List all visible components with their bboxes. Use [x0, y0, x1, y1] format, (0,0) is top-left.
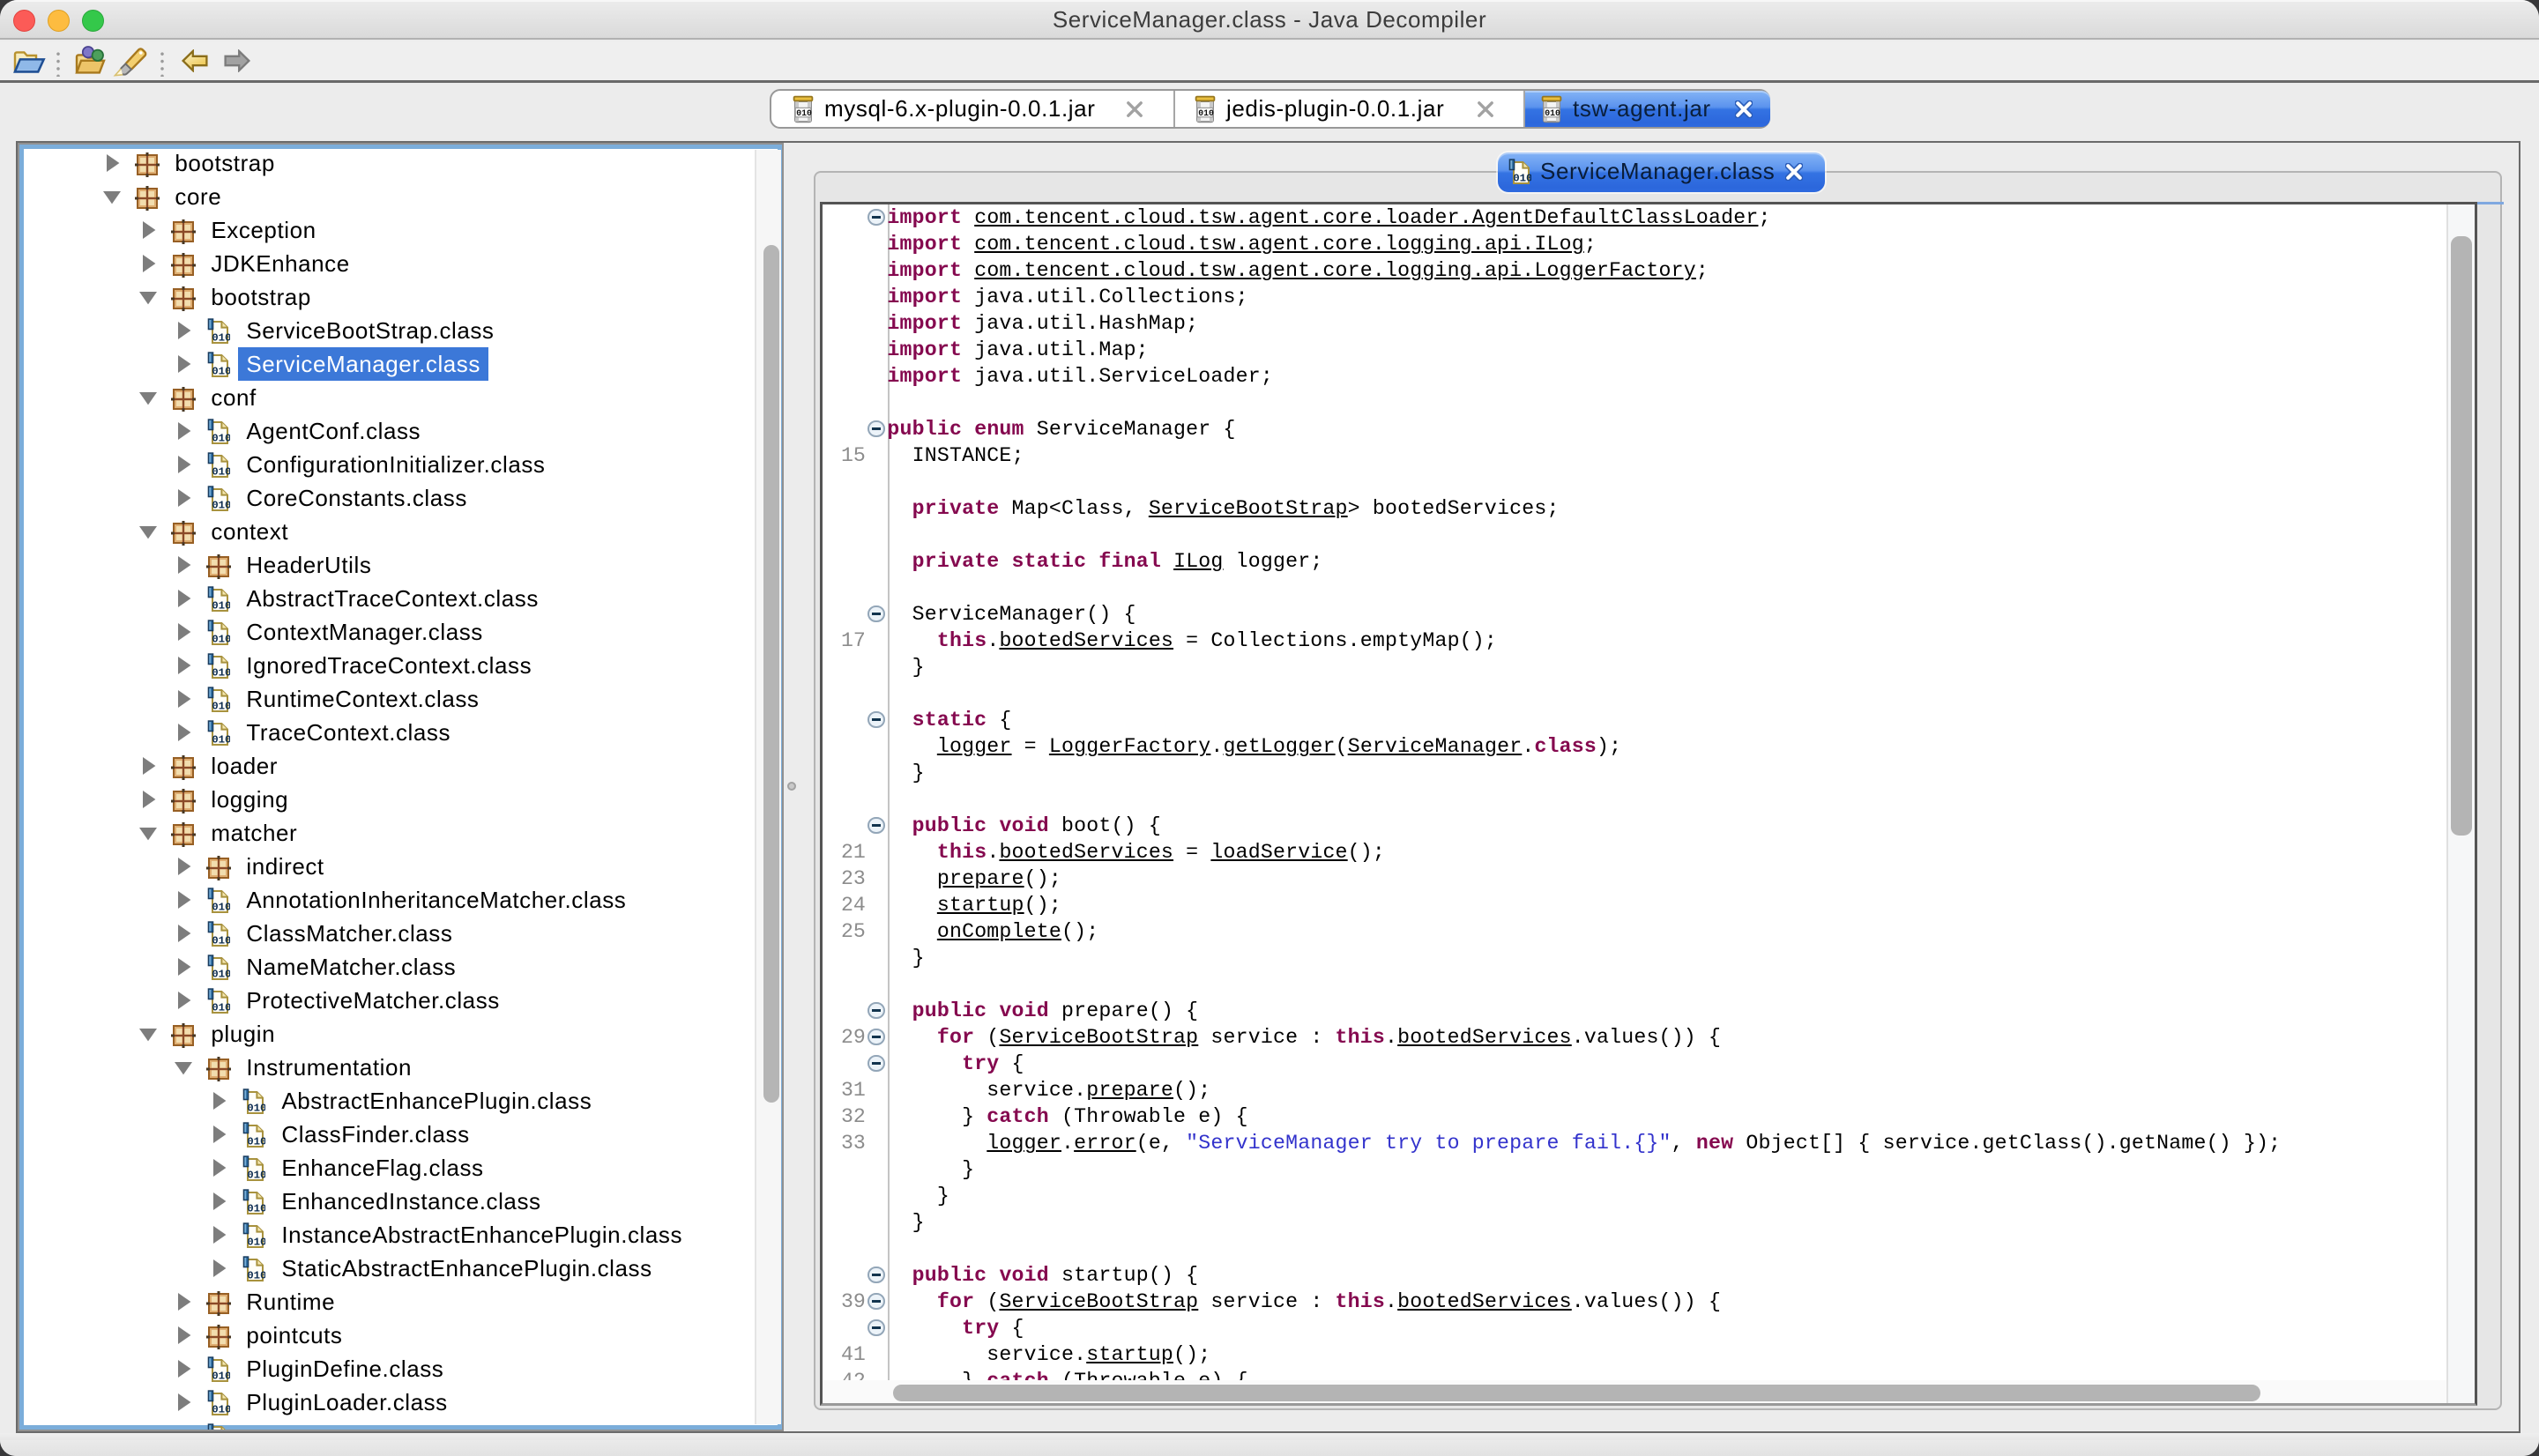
- svg-text:010: 010: [212, 734, 231, 746]
- svg-text:010: 010: [248, 1270, 266, 1281]
- svg-text:010: 010: [248, 1103, 266, 1114]
- svg-text:010: 010: [1545, 108, 1560, 118]
- svg-text:010: 010: [248, 1237, 266, 1248]
- svg-text:010: 010: [212, 466, 231, 478]
- svg-text:010: 010: [248, 1203, 266, 1215]
- svg-text:010: 010: [212, 1404, 231, 1415]
- svg-text:010: 010: [1198, 108, 1214, 118]
- svg-text:010: 010: [212, 332, 231, 344]
- svg-text:010: 010: [212, 935, 231, 947]
- svg-text:010: 010: [248, 1170, 266, 1181]
- svg-text:010: 010: [212, 1371, 231, 1382]
- svg-text:010: 010: [1513, 172, 1531, 183]
- svg-text:010: 010: [212, 969, 231, 980]
- svg-text:010: 010: [796, 108, 812, 118]
- svg-text:010: 010: [212, 902, 231, 913]
- svg-text:010: 010: [212, 366, 231, 377]
- svg-text:010: 010: [212, 1002, 231, 1014]
- svg-text:010: 010: [212, 634, 231, 645]
- svg-text:010: 010: [212, 433, 231, 444]
- svg-text:010: 010: [212, 500, 231, 511]
- svg-text:010: 010: [212, 667, 231, 679]
- svg-text:010: 010: [212, 701, 231, 712]
- svg-text:010: 010: [248, 1136, 266, 1148]
- svg-text:010: 010: [212, 600, 231, 612]
